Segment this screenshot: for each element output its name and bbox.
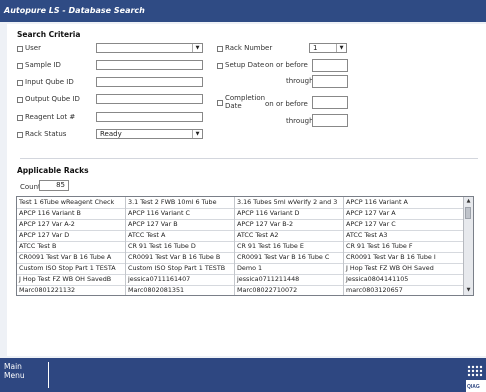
applicable-racks-heading: Applicable Racks bbox=[17, 166, 89, 175]
rack-item[interactable]: APCP 116 Variant C bbox=[126, 208, 235, 219]
rack-number-select[interactable]: 1 ▼ bbox=[309, 43, 347, 53]
rack-item[interactable]: APCP 116 Variant A bbox=[344, 197, 453, 208]
racks-scrollbar[interactable]: ▲ ▼ bbox=[463, 197, 473, 295]
rack-item[interactable]: 3.16 Tubes 5ml wVerify 2 and 3 bbox=[235, 197, 344, 208]
rack-item[interactable]: APCP 116 Variant D bbox=[235, 208, 344, 219]
completion-date-label-line1: Completion bbox=[225, 94, 266, 102]
rack-item[interactable]: CR0091 Test Var B 16 Tube A bbox=[17, 252, 126, 263]
rack-item[interactable]: APCP 127 Var B bbox=[126, 219, 235, 230]
completion-date-on-or-before-label: on or before bbox=[265, 100, 308, 108]
completion-date-through-label: through bbox=[286, 117, 314, 125]
rack-item[interactable]: CR0091 Test Var B 16 Tube I bbox=[344, 252, 453, 263]
output-qube-id-label: Output Qube ID bbox=[25, 95, 80, 103]
rack-item[interactable]: Custom ISO Stop Part 1 TESTB bbox=[126, 263, 235, 274]
qiagen-logo: QIAG bbox=[466, 362, 486, 392]
scroll-up-icon[interactable]: ▲ bbox=[464, 197, 473, 206]
rack-number-value: 1 bbox=[313, 44, 318, 52]
rack-item[interactable]: Marc0802081351 bbox=[126, 285, 235, 295]
rack-item[interactable]: CR 91 Test 16 Tube D bbox=[126, 241, 235, 252]
rack-item[interactable]: marc0803120657 bbox=[344, 285, 453, 295]
count-field: 85 bbox=[39, 180, 69, 191]
completion-date-on-or-before-field[interactable] bbox=[312, 96, 348, 109]
rack-status-select[interactable]: Ready ▼ bbox=[96, 129, 203, 139]
user-select[interactable]: ▼ bbox=[96, 43, 203, 53]
rack-item[interactable]: ATCC Test A bbox=[126, 230, 235, 241]
input-qube-id-checkbox[interactable] bbox=[17, 80, 23, 86]
setup-date-through-field[interactable] bbox=[312, 75, 348, 88]
user-label: User bbox=[25, 44, 41, 52]
scroll-thumb[interactable] bbox=[465, 207, 471, 219]
output-qube-id-checkbox[interactable] bbox=[17, 97, 23, 103]
input-qube-id-field[interactable] bbox=[96, 77, 203, 87]
section-divider bbox=[20, 158, 478, 159]
reagent-lot-label: Reagent Lot # bbox=[25, 113, 76, 121]
column-divider bbox=[343, 197, 344, 295]
rack-item[interactable]: Test 1 6Tube wReagent Check bbox=[17, 197, 126, 208]
rack-item[interactable]: CR0091 Test Var B 16 Tube B bbox=[126, 252, 235, 263]
setup-date-checkbox[interactable] bbox=[217, 63, 223, 69]
rack-item[interactable]: ATCC Test A3 bbox=[344, 230, 453, 241]
rack-item[interactable]: APCP 127 Var A-2 bbox=[17, 219, 126, 230]
rack-item[interactable]: ATCC Test A2 bbox=[235, 230, 344, 241]
input-qube-id-label: Input Qube ID bbox=[25, 78, 74, 86]
reagent-lot-field[interactable] bbox=[96, 112, 203, 122]
completion-date-checkbox[interactable] bbox=[217, 100, 223, 106]
rack-item[interactable]: jessica0711211448 bbox=[235, 274, 344, 285]
rack-status-value: Ready bbox=[100, 130, 122, 138]
setup-date-on-or-before-label: on or before bbox=[265, 61, 308, 69]
rack-item[interactable]: J Hop Test FZ WB OH SavedB bbox=[17, 274, 126, 285]
window-title: Autopure LS - Database Search bbox=[4, 6, 145, 15]
rack-item[interactable]: 3.1 Test 2 FWB 10ml 6 Tube bbox=[126, 197, 235, 208]
user-checkbox[interactable] bbox=[17, 46, 23, 52]
main-menu-button[interactable]: Main Menu bbox=[4, 362, 25, 380]
title-bar: Autopure LS - Database Search bbox=[0, 0, 486, 22]
reagent-lot-checkbox[interactable] bbox=[17, 115, 23, 121]
setup-date-on-or-before-field[interactable] bbox=[312, 59, 348, 72]
completion-date-label: Completion Date bbox=[225, 94, 265, 110]
count-label: Count bbox=[20, 183, 41, 191]
rack-item[interactable]: APCP 127 Var B-2 bbox=[235, 219, 344, 230]
rack-item[interactable]: J Hop Test FZ WB OH Saved bbox=[344, 263, 453, 274]
rack-number-checkbox[interactable] bbox=[217, 46, 223, 52]
column-divider bbox=[234, 197, 235, 295]
rack-item[interactable]: APCP 127 Var C bbox=[344, 219, 453, 230]
sample-id-label: Sample ID bbox=[25, 61, 61, 69]
main-menu-line2: Menu bbox=[4, 371, 25, 380]
completion-date-label-line2: Date bbox=[225, 102, 242, 110]
rack-item[interactable]: APCP 116 Variant B bbox=[17, 208, 126, 219]
rack-item[interactable]: Jessica0804141105 bbox=[344, 274, 453, 285]
rack-item[interactable]: Custom ISO Stop Part 1 TESTA bbox=[17, 263, 126, 274]
rack-item[interactable]: CR 91 Test 16 Tube F bbox=[344, 241, 453, 252]
rack-item[interactable]: ATCC Test B bbox=[17, 241, 126, 252]
rack-status-label: Rack Status bbox=[25, 130, 67, 138]
sample-id-checkbox[interactable] bbox=[17, 63, 23, 69]
main-panel: Search Criteria User ▼ Sample ID Input Q… bbox=[7, 24, 486, 356]
sample-id-field[interactable] bbox=[96, 60, 203, 70]
chevron-down-icon: ▼ bbox=[192, 130, 202, 138]
rack-item[interactable]: APCP 127 Var A bbox=[344, 208, 453, 219]
rack-number-label: Rack Number bbox=[225, 44, 273, 52]
footer-bar bbox=[0, 358, 486, 392]
search-criteria-heading: Search Criteria bbox=[17, 30, 81, 39]
main-menu-line1: Main bbox=[4, 362, 22, 371]
column-divider bbox=[125, 197, 126, 295]
output-qube-id-field[interactable] bbox=[96, 94, 203, 104]
rack-item[interactable]: CR 91 Test 16 Tube E bbox=[235, 241, 344, 252]
svg-text:QIAG: QIAG bbox=[467, 384, 480, 390]
rack-status-checkbox[interactable] bbox=[17, 132, 23, 138]
footer-divider bbox=[48, 362, 49, 388]
racks-list[interactable]: Test 1 6Tube wReagent Check 3.1 Test 2 FW… bbox=[16, 196, 474, 296]
completion-date-through-field[interactable] bbox=[312, 114, 348, 127]
rack-item[interactable]: APCP 127 Var D bbox=[17, 230, 126, 241]
rack-item[interactable]: Marc08022710072 bbox=[235, 285, 344, 295]
rack-item[interactable]: Demo 1 bbox=[235, 263, 344, 274]
rack-item[interactable]: jessica0711161407 bbox=[126, 274, 235, 285]
chevron-down-icon: ▼ bbox=[336, 44, 346, 52]
rack-item[interactable]: CR0091 Test Var B 16 Tube C bbox=[235, 252, 344, 263]
scroll-down-icon[interactable]: ▼ bbox=[464, 286, 473, 295]
chevron-down-icon: ▼ bbox=[192, 44, 202, 52]
setup-date-through-label: through bbox=[286, 77, 314, 85]
setup-date-label: Setup Date bbox=[225, 61, 265, 69]
rack-item[interactable]: Marc0801221132 bbox=[17, 285, 126, 295]
